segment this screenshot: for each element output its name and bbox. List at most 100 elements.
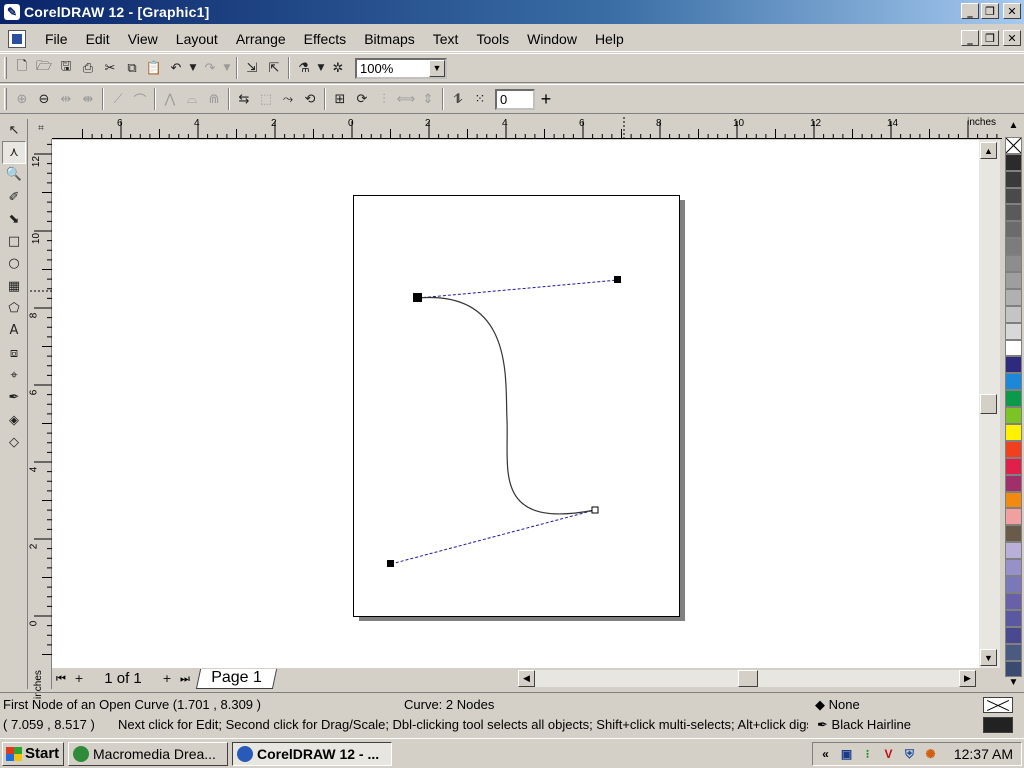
no-color-swatch[interactable] bbox=[1005, 136, 1022, 154]
cut-icon[interactable]: ✂ bbox=[99, 57, 121, 79]
palette-swatch[interactable] bbox=[1005, 339, 1022, 357]
vertical-scroll-thumb[interactable] bbox=[980, 394, 997, 414]
palette-swatch[interactable] bbox=[1005, 491, 1022, 509]
interactive-fill-tool-icon[interactable]: ◇ bbox=[2, 431, 26, 453]
palette-swatch[interactable] bbox=[1005, 542, 1022, 560]
first-node[interactable] bbox=[413, 293, 422, 302]
palette-swatch[interactable] bbox=[1005, 390, 1022, 408]
undo-dropdown-icon[interactable]: ▼ bbox=[187, 57, 199, 79]
palette-swatch[interactable] bbox=[1005, 474, 1022, 492]
menu-tools[interactable]: Tools bbox=[467, 28, 518, 50]
convert-to-curve-icon[interactable]: ⌒ bbox=[129, 88, 151, 110]
menu-layout[interactable]: Layout bbox=[167, 28, 227, 50]
palette-swatch[interactable] bbox=[1005, 322, 1022, 340]
freehand-tool-icon[interactable]: ✐ bbox=[2, 186, 26, 208]
rectangle-tool-icon[interactable]: □ bbox=[2, 230, 26, 252]
control-point-start[interactable] bbox=[614, 276, 621, 283]
smoothness-plus-icon[interactable]: + bbox=[535, 88, 557, 110]
undo-icon[interactable]: ↶ bbox=[165, 57, 187, 79]
mirror-v-icon[interactable]: ⇕ bbox=[417, 88, 439, 110]
document-icon[interactable] bbox=[8, 29, 26, 48]
palette-swatch[interactable] bbox=[1005, 559, 1022, 577]
delete-node-icon[interactable]: ⊖ bbox=[33, 88, 55, 110]
join-nodes-icon[interactable]: ⇹ bbox=[55, 88, 77, 110]
vertical-scrollbar[interactable]: ▲ ▼ bbox=[979, 140, 1000, 668]
palette-swatch[interactable] bbox=[1005, 255, 1022, 273]
palette-swatch[interactable] bbox=[1005, 592, 1022, 610]
shield-icon[interactable]: ⛨ bbox=[901, 746, 918, 762]
outline-color-swatch[interactable] bbox=[983, 717, 1013, 733]
menu-arrange[interactable]: Arrange bbox=[227, 28, 295, 50]
auto-close-icon[interactable]: ⟲ bbox=[299, 88, 321, 110]
align-nodes-icon[interactable]: ⫶ bbox=[373, 88, 395, 110]
palette-swatch[interactable] bbox=[1005, 508, 1022, 526]
menu-effects[interactable]: Effects bbox=[295, 28, 356, 50]
palette-swatch[interactable] bbox=[1005, 204, 1022, 222]
smooth-node-icon[interactable]: ⌓ bbox=[181, 88, 203, 110]
minimize-button[interactable]: _ bbox=[961, 3, 979, 19]
ruler-origin[interactable]: ⌗ bbox=[30, 117, 52, 139]
palette-swatch[interactable] bbox=[1005, 643, 1022, 661]
palette-swatch[interactable] bbox=[1005, 457, 1022, 475]
symmetric-node-icon[interactable]: ⋒ bbox=[203, 88, 225, 110]
palette-swatch[interactable] bbox=[1005, 440, 1022, 458]
open-icon[interactable]: 🗁 bbox=[33, 57, 55, 79]
cusp-node-icon[interactable]: ⋀ bbox=[159, 88, 181, 110]
eyedropper-tool-icon[interactable]: ⌖ bbox=[2, 364, 26, 386]
fill-color-swatch[interactable] bbox=[983, 697, 1013, 713]
extract-subpath-icon[interactable]: ⤳ bbox=[277, 88, 299, 110]
palette-swatch[interactable] bbox=[1005, 576, 1022, 593]
horizontal-ruler[interactable]: 6 4 2 0 2 4 6 8 10 12 14 inches bbox=[52, 117, 1002, 139]
extend-curve-icon[interactable]: ⬚ bbox=[255, 88, 277, 110]
doc-restore-button[interactable]: ❐ bbox=[981, 30, 999, 46]
smart-fill-tool-icon[interactable]: ⬊ bbox=[2, 208, 26, 230]
coreldraw-app-icon[interactable]: ✎ bbox=[4, 4, 20, 20]
antivirus-icon[interactable]: V bbox=[880, 746, 897, 762]
traffic-light-icon[interactable]: ⁝ bbox=[859, 746, 876, 762]
menu-edit[interactable]: Edit bbox=[77, 28, 119, 50]
menu-view[interactable]: View bbox=[119, 28, 167, 50]
elastic-mode-icon[interactable]: ⥮ bbox=[447, 88, 469, 110]
basic-shapes-tool-icon[interactable]: ⬠ bbox=[2, 297, 26, 319]
menu-file[interactable]: File bbox=[36, 28, 77, 50]
zoom-tool-icon[interactable]: 🔍 bbox=[2, 164, 26, 186]
palette-swatch[interactable] bbox=[1005, 609, 1022, 627]
control-point-end[interactable] bbox=[387, 560, 394, 567]
start-button[interactable]: Start bbox=[2, 741, 64, 766]
task-coreldraw[interactable]: CorelDRAW 12 - ... bbox=[232, 741, 392, 766]
palette-swatch[interactable] bbox=[1005, 221, 1022, 239]
vertical-ruler[interactable]: 12 10 8 6 4 2 0 inches bbox=[28, 139, 52, 699]
doc-minimize-button[interactable]: _ bbox=[961, 30, 979, 46]
palette-swatch[interactable] bbox=[1005, 153, 1022, 171]
import-icon[interactable]: ⇲ bbox=[241, 57, 263, 79]
export-icon[interactable]: ⇱ bbox=[263, 57, 285, 79]
palette-swatch[interactable] bbox=[1005, 187, 1022, 205]
fill-tool-icon[interactable]: ◈ bbox=[2, 409, 26, 431]
horizontal-scroll-thumb[interactable] bbox=[738, 670, 758, 687]
pick-tool-icon[interactable]: ↖ bbox=[2, 119, 26, 141]
corel-online-icon[interactable]: ✲ bbox=[327, 57, 349, 79]
first-page-button[interactable]: ⏮ bbox=[52, 670, 70, 688]
restore-button[interactable]: ❐ bbox=[981, 3, 999, 19]
mirror-h-icon[interactable]: ⟺ bbox=[395, 88, 417, 110]
palette-swatch[interactable] bbox=[1005, 373, 1022, 391]
property-bar-grip[interactable] bbox=[4, 88, 7, 110]
add-page-after-button[interactable]: + bbox=[158, 670, 176, 688]
zoom-dropdown-icon[interactable]: ▼ bbox=[429, 59, 445, 77]
scroll-up-button[interactable]: ▲ bbox=[980, 142, 997, 159]
application-launcher-icon[interactable]: ⚗ bbox=[293, 57, 315, 79]
stretch-nodes-icon[interactable]: ⊞ bbox=[329, 88, 351, 110]
horizontal-scrollbar[interactable]: ◀ ▶ bbox=[518, 670, 976, 687]
network-icon[interactable]: ▣ bbox=[838, 746, 855, 762]
rotate-nodes-icon[interactable]: ⟳ bbox=[351, 88, 373, 110]
redo-dropdown-icon[interactable]: ▼ bbox=[221, 57, 233, 79]
task-dreamweaver[interactable]: Macromedia Drea... bbox=[68, 741, 228, 766]
menu-window[interactable]: Window bbox=[518, 28, 586, 50]
menu-text[interactable]: Text bbox=[424, 28, 468, 50]
reverse-direction-icon[interactable]: ⇆ bbox=[233, 88, 255, 110]
copy-icon[interactable]: ⧉ bbox=[121, 57, 143, 79]
graph-paper-tool-icon[interactable]: ▦ bbox=[2, 275, 26, 297]
zoom-level-select[interactable]: 100% ▼ bbox=[355, 57, 447, 79]
redo-icon[interactable]: ↷ bbox=[199, 57, 221, 79]
save-icon[interactable]: 🖫 bbox=[55, 57, 77, 79]
